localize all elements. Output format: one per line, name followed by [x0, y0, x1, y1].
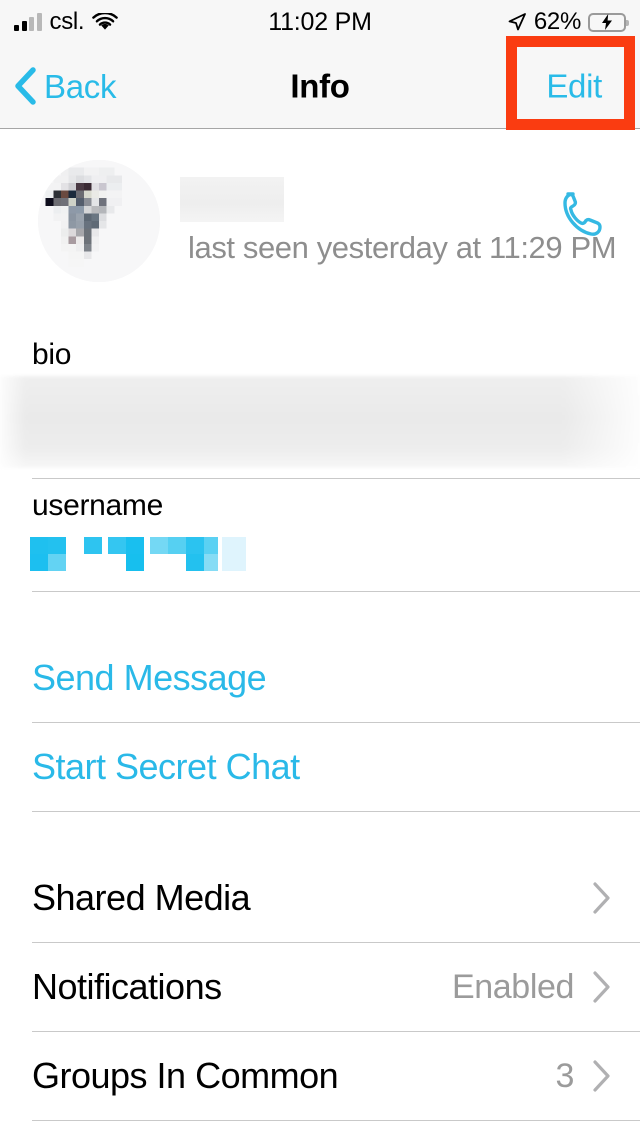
edit-button[interactable]: Edit [546, 70, 602, 103]
info-content: last seen yesterday at 11:29 PM bio user… [0, 130, 640, 1121]
username-value-redacted-tail [222, 537, 246, 571]
battery-charging-icon [588, 12, 629, 32]
status-bar-time: 11:02 PM [268, 7, 372, 36]
send-message-action[interactable]: Send Message [0, 634, 640, 722]
start-secret-chat-label: Start Secret Chat [32, 746, 300, 787]
status-bar-left: csl. [14, 10, 224, 34]
divider [32, 1120, 640, 1121]
bio-label: bio [32, 338, 72, 371]
username-value-redacted [30, 537, 222, 571]
navigation-bar: Back Info Edit [0, 44, 640, 129]
profile-header: last seen yesterday at 11:29 PM [0, 130, 640, 326]
location-arrow-icon [507, 12, 527, 32]
status-bar: csl. 11:02 PM 62% [0, 0, 640, 44]
groups-in-common-value: 3 [555, 1057, 574, 1095]
section-gap [0, 592, 640, 634]
wifi-icon [92, 12, 119, 32]
groups-in-common-label: Groups In Common [32, 1055, 339, 1096]
section-gap [0, 812, 640, 854]
notifications-value: Enabled [452, 968, 574, 1006]
chevron-right-icon [593, 882, 610, 914]
signal-bars-icon [14, 12, 42, 31]
carrier-label: csl. [49, 8, 85, 35]
phone-call-icon[interactable] [556, 185, 616, 245]
notifications-row[interactable]: Notifications Enabled [0, 943, 640, 1031]
groups-in-common-row[interactable]: Groups In Common 3 [0, 1032, 640, 1120]
chevron-right-icon [593, 1060, 610, 1092]
avatar[interactable] [38, 160, 160, 282]
chevron-right-icon [593, 971, 610, 1003]
username-label: username [32, 489, 164, 522]
username-field: username [0, 479, 640, 591]
status-bar-right: 62% [416, 8, 629, 35]
send-message-label: Send Message [32, 657, 267, 698]
profile-name-redacted [180, 177, 284, 222]
battery-percent-label: 62% [533, 8, 581, 35]
avatar-pixelated-image [38, 160, 160, 282]
start-secret-chat-action[interactable]: Start Secret Chat [0, 723, 640, 811]
bio-value-redacted [0, 376, 640, 468]
page-title: Info [290, 67, 350, 105]
notifications-label: Notifications [32, 966, 222, 1007]
bio-field: bio [0, 326, 640, 478]
shared-media-row[interactable]: Shared Media [0, 854, 640, 942]
shared-media-label: Shared Media [32, 877, 251, 918]
profile-status-text: last seen yesterday at 11:29 PM [188, 230, 617, 265]
